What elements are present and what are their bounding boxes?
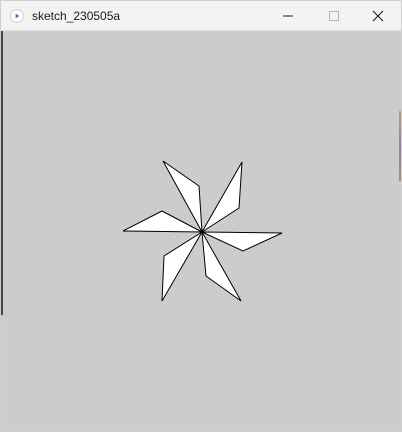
minimize-icon	[282, 10, 294, 22]
right-edge-strip	[399, 111, 401, 181]
pinwheel-blade	[201, 231, 283, 252]
processing-app-icon	[10, 9, 24, 23]
title-bar[interactable]: sketch_230505a	[1, 1, 401, 31]
maximize-button[interactable]	[311, 1, 357, 31]
maximize-icon	[328, 10, 340, 22]
pinwheel-blade	[122, 210, 203, 233]
pinwheel-blade	[201, 161, 243, 233]
pinwheel-star	[122, 160, 283, 302]
window-title: sketch_230505a	[32, 9, 121, 23]
left-edge-shadow	[1, 31, 3, 315]
close-icon	[372, 10, 384, 22]
sketch-canvas[interactable]	[1, 31, 401, 431]
pinwheel-blade	[161, 231, 203, 302]
close-button[interactable]	[355, 1, 401, 31]
app-window: sketch_230505a	[0, 0, 402, 432]
minimize-button[interactable]	[265, 1, 311, 31]
